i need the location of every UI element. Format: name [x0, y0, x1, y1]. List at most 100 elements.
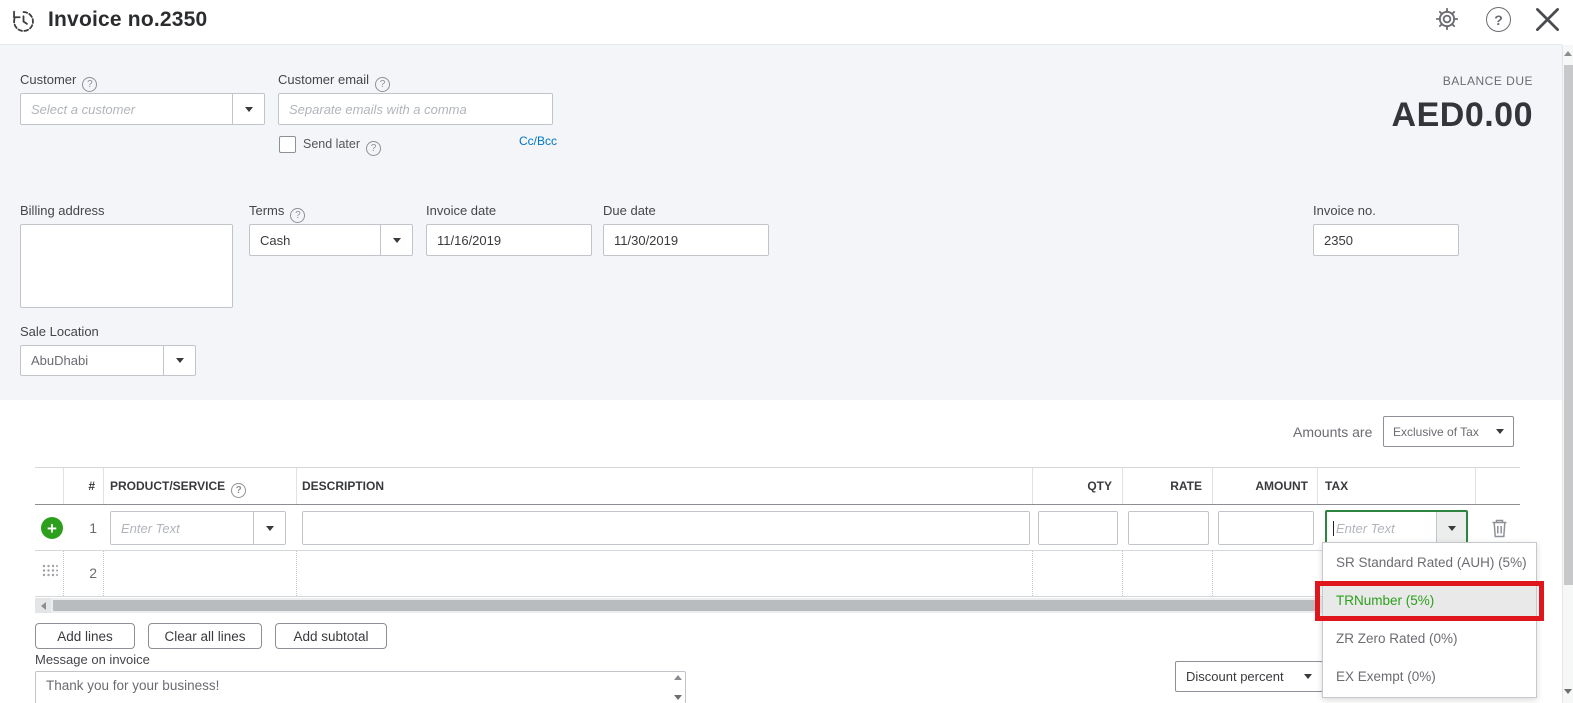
hscroll-thumb[interactable] — [53, 600, 1315, 611]
customer-select-placeholder: Select a customer — [31, 101, 136, 117]
tax-option-highlighted[interactable]: TRNumber (5%) — [1323, 581, 1536, 619]
cc-bcc-link[interactable]: Cc/Bcc — [519, 134, 557, 148]
col-header-description: DESCRIPTION — [302, 479, 385, 493]
gear-icon[interactable] — [1434, 6, 1460, 37]
row2-col-divider — [63, 551, 64, 596]
add-row-button[interactable]: + — [41, 517, 63, 539]
col-header-rate: RATE — [1170, 479, 1202, 493]
col-divider — [1475, 468, 1476, 504]
table-top-border — [35, 467, 1520, 468]
tax-dropdown-panel: SR Standard Rated (AUH) (5%) TRNumber (5… — [1322, 542, 1537, 698]
terms-label: Terms? — [249, 203, 306, 223]
send-later-label: Send later? — [303, 137, 381, 156]
invoice-date-wrap — [426, 224, 592, 256]
customer-select[interactable]: Select a customer — [20, 93, 265, 125]
tax-option[interactable]: SR Standard Rated (AUH) (5%) — [1323, 543, 1536, 581]
customer-label: Customer? — [20, 72, 98, 92]
row1-number: 1 — [89, 520, 97, 536]
invoice-date-input[interactable] — [427, 232, 591, 248]
close-icon[interactable] — [1534, 6, 1561, 38]
row1-amount-input[interactable] — [1218, 511, 1314, 545]
terms-select[interactable]: Cash — [249, 224, 413, 256]
tax-option[interactable]: ZR Zero Rated (0%) — [1323, 619, 1536, 657]
invoice-no-wrap — [1313, 224, 1459, 256]
col-header-amount: AMOUNT — [1255, 479, 1308, 493]
row2-col-divider — [103, 551, 104, 596]
discount-select[interactable]: Discount percent — [1175, 661, 1323, 692]
col-header-product: PRODUCT/SERVICE? — [110, 479, 247, 498]
row1-product-select[interactable]: Enter Text — [110, 511, 286, 545]
tax-option[interactable]: EX Exempt (0%) — [1323, 657, 1536, 695]
clear-all-lines-button[interactable]: Clear all lines — [148, 623, 262, 649]
row2-number: 2 — [89, 565, 97, 581]
amounts-are-label: Amounts are — [1293, 424, 1373, 440]
customer-email-input[interactable] — [279, 101, 552, 117]
row2-col-divider — [1122, 551, 1123, 596]
invoice-date-label: Invoice date — [426, 203, 497, 218]
col-header-tax: TAX — [1325, 479, 1349, 493]
delete-row-icon[interactable] — [1491, 518, 1508, 543]
row2-bottom-border — [35, 596, 1322, 597]
col-divider — [296, 468, 297, 504]
table-hscrollbar[interactable] — [35, 598, 1322, 613]
invoice-window: Invoice no.2350 ? Customer? Select a cus… — [0, 0, 1573, 703]
amounts-are-value: Exclusive of Tax — [1393, 424, 1479, 439]
send-later-help-icon[interactable]: ? — [365, 141, 381, 156]
message-textarea[interactable]: Thank you for your business! — [35, 671, 686, 703]
terms-select-arrow[interactable] — [380, 225, 412, 255]
vscroll-up-arrow[interactable] — [1564, 51, 1572, 56]
amounts-are-select[interactable]: Exclusive of Tax — [1383, 416, 1514, 447]
message-on-invoice-label: Message on invoice — [35, 652, 150, 667]
col-divider — [1317, 468, 1318, 504]
sale-location-value: AbuDhabi — [31, 353, 89, 368]
sale-location-arrow[interactable] — [163, 346, 195, 375]
send-later-checkbox[interactable] — [279, 136, 296, 153]
terms-help-icon[interactable]: ? — [290, 208, 306, 223]
table-header-border — [35, 504, 1520, 505]
row1-description-input[interactable] — [302, 511, 1030, 545]
billing-address-textarea[interactable] — [20, 224, 233, 308]
row1-tax-placeholder: Enter Text — [1336, 520, 1395, 536]
invoice-no-input[interactable] — [1314, 232, 1458, 248]
row1-product-arrow[interactable] — [253, 512, 285, 544]
discount-value: Discount percent — [1186, 669, 1284, 684]
row-divider — [35, 550, 1322, 551]
hscroll-left-arrow[interactable] — [35, 598, 51, 613]
page-vscrollbar[interactable] — [1562, 45, 1573, 703]
due-date-wrap — [603, 224, 769, 256]
row2-col-divider — [296, 551, 297, 596]
customer-email-field-wrap — [278, 93, 553, 125]
product-help-icon[interactable]: ? — [231, 483, 247, 498]
row1-rate-input[interactable] — [1128, 511, 1209, 545]
terms-value: Cash — [260, 232, 291, 248]
textarea-scroll-down-icon[interactable] — [674, 695, 682, 700]
vscroll-thumb[interactable] — [1564, 65, 1573, 585]
discount-arrow-icon — [1304, 674, 1312, 679]
customer-help-icon[interactable]: ? — [82, 77, 98, 92]
row1-tax-arrow[interactable] — [1436, 512, 1466, 544]
text-cursor — [1333, 520, 1334, 536]
customer-select-arrow[interactable] — [232, 94, 264, 124]
message-wrap: Thank you for your business! — [35, 671, 686, 703]
row1-qty-input[interactable] — [1038, 511, 1118, 545]
due-date-input[interactable] — [604, 232, 768, 248]
balance-due-label: BALANCE DUE — [1442, 74, 1533, 88]
textarea-scroll-up-icon[interactable] — [674, 675, 682, 680]
history-icon[interactable] — [10, 8, 37, 40]
page-title: Invoice no.2350 — [48, 8, 208, 31]
row1-tax-select[interactable]: Enter Text — [1325, 510, 1468, 546]
header-bar — [0, 0, 1562, 45]
col-divider — [103, 468, 104, 504]
add-lines-button[interactable]: Add lines — [35, 623, 135, 649]
amounts-are-arrow-icon — [1496, 429, 1504, 434]
vscroll-down-arrow[interactable] — [1564, 689, 1572, 694]
row1-product-placeholder: Enter Text — [121, 520, 180, 536]
help-icon[interactable]: ? — [1486, 7, 1511, 32]
add-subtotal-button[interactable]: Add subtotal — [275, 623, 387, 649]
sale-location-select[interactable]: AbuDhabi — [20, 345, 196, 376]
drag-handle-icon[interactable] — [42, 564, 58, 582]
sale-location-label: Sale Location — [20, 324, 99, 339]
customer-email-help-icon[interactable]: ? — [375, 77, 391, 92]
col-header-qty: QTY — [1087, 479, 1112, 493]
col-header-num: # — [88, 479, 95, 493]
